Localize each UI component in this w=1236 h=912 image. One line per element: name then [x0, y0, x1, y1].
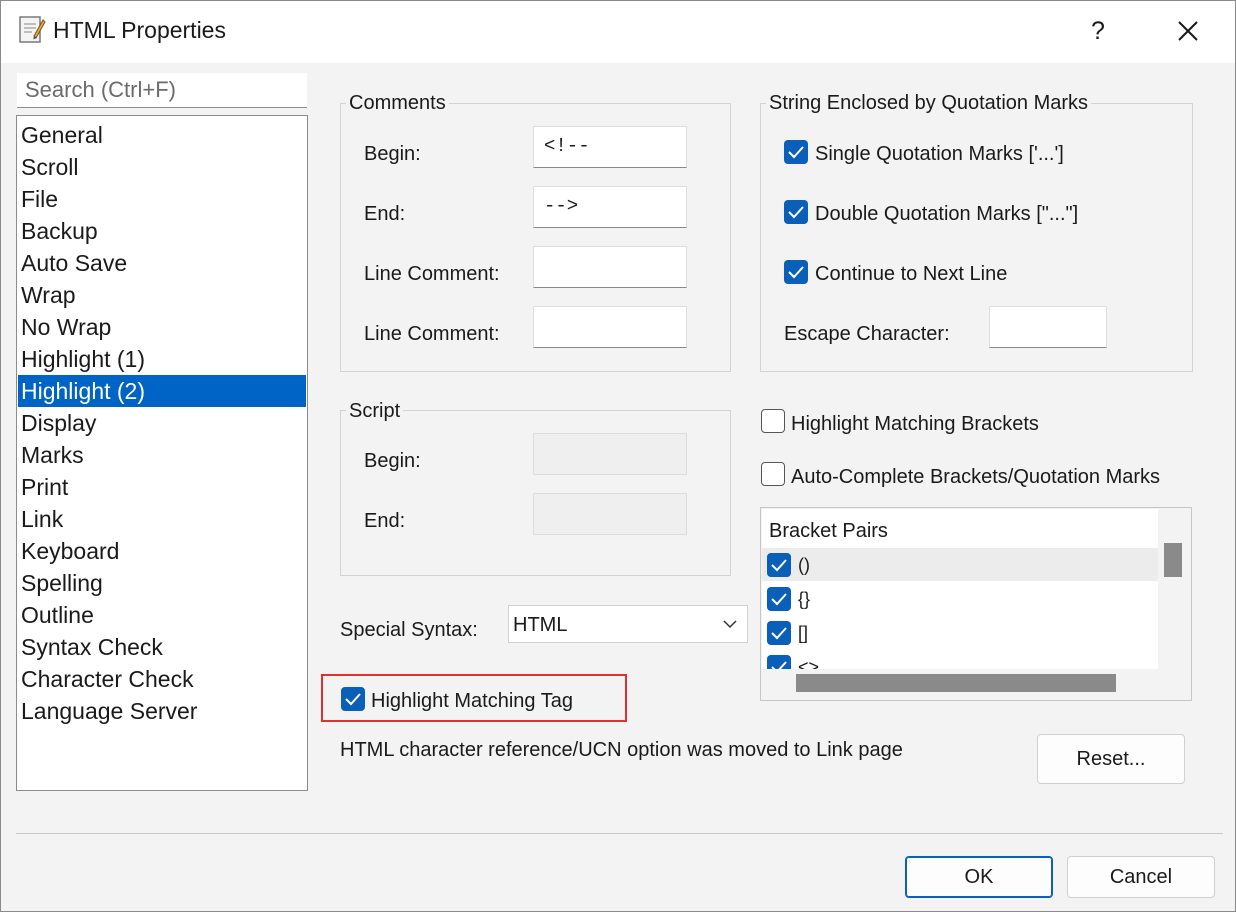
bracket-row[interactable]: []: [762, 616, 1158, 649]
bracket-pairs-list[interactable]: Bracket Pairs () {} [] <>: [760, 507, 1192, 701]
script-begin-input[interactable]: [533, 433, 687, 475]
bracket-row[interactable]: <>: [762, 650, 1158, 669]
bracket-pairs-header: Bracket Pairs: [769, 520, 888, 542]
auto-complete-checkbox[interactable]: [761, 462, 785, 486]
script-begin-label: Begin:: [364, 450, 421, 472]
nav-item[interactable]: Print: [18, 471, 306, 503]
nav-item[interactable]: No Wrap: [18, 311, 306, 343]
auto-complete-label: Auto-Complete Brackets/Quotation Marks: [791, 466, 1161, 488]
bracket-row[interactable]: {}: [762, 582, 1158, 615]
comments-begin-label: Begin:: [364, 143, 421, 165]
checkmark-icon: [788, 206, 804, 219]
vertical-scrollbar-thumb[interactable]: [1164, 543, 1182, 577]
title-bar: HTML Properties ?: [1, 1, 1235, 63]
continue-next-line-checkbox[interactable]: [784, 260, 808, 284]
checkmark-icon: [788, 266, 804, 279]
nav-item[interactable]: Outline: [18, 599, 306, 631]
bracket-checkbox[interactable]: [767, 655, 791, 669]
highlight-matching-tag-label: Highlight Matching Tag: [371, 690, 573, 712]
bracket-row[interactable]: (): [762, 548, 1158, 581]
double-quotation-label: Double Quotation Marks ["..."]: [815, 203, 1079, 225]
single-quotation-label: Single Quotation Marks ['...']: [815, 143, 1064, 165]
bracket-checkbox[interactable]: [767, 553, 791, 577]
nav-item[interactable]: Character Check: [18, 663, 306, 695]
highlight-brackets-label: Highlight Matching Brackets: [791, 413, 1039, 435]
nav-item[interactable]: Display: [18, 407, 306, 439]
nav-item[interactable]: Highlight (1): [18, 343, 306, 375]
close-icon: [1178, 21, 1198, 41]
nav-item[interactable]: General: [18, 119, 306, 151]
horizontal-scrollbar-thumb[interactable]: [796, 674, 1116, 692]
nav-item[interactable]: Backup: [18, 215, 306, 247]
window-title: HTML Properties: [53, 17, 226, 43]
bracket-checkbox[interactable]: [767, 587, 791, 611]
script-end-label: End:: [364, 510, 406, 532]
nav-item[interactable]: Wrap: [18, 279, 306, 311]
search-input[interactable]: [17, 73, 307, 108]
checkmark-icon: [788, 146, 804, 159]
continue-next-line-label: Continue to Next Line: [815, 263, 1008, 285]
nav-item[interactable]: Keyboard: [18, 535, 306, 567]
script-group-title: Script: [346, 400, 404, 423]
nav-item[interactable]: Marks: [18, 439, 306, 471]
chevron-down-icon: [723, 620, 737, 629]
footer-divider: [16, 833, 1223, 834]
special-syntax-value: HTML: [513, 614, 568, 636]
bracket-label: (): [798, 555, 810, 575]
nav-item[interactable]: Spelling: [18, 567, 306, 599]
comments-group-title: Comments: [346, 92, 449, 115]
highlight-matching-tag-checkbox[interactable]: [341, 687, 365, 711]
nav-item[interactable]: Link: [18, 503, 306, 535]
nav-item[interactable]: Auto Save: [18, 247, 306, 279]
special-syntax-select[interactable]: HTML: [508, 605, 748, 643]
notepad-icon: [18, 14, 46, 44]
nav-item[interactable]: Scroll: [18, 151, 306, 183]
properties-dialog: HTML Properties ? GeneralScrollFileBacku…: [0, 0, 1236, 912]
line-comment-label-2: Line Comment:: [364, 323, 500, 345]
nav-item[interactable]: File: [18, 183, 306, 215]
bracket-label: <>: [798, 657, 820, 669]
close-button[interactable]: [1167, 11, 1209, 51]
comments-begin-input[interactable]: <!--: [533, 126, 687, 168]
line-comment-input-1[interactable]: [533, 246, 687, 288]
highlight-brackets-checkbox[interactable]: [761, 409, 785, 433]
nav-item[interactable]: Syntax Check: [18, 631, 306, 663]
reset-button[interactable]: Reset...: [1037, 734, 1185, 784]
checkmark-icon: [771, 627, 787, 640]
moved-option-note: HTML character reference/UCN option was …: [340, 739, 903, 761]
string-enclosed-group-title: String Enclosed by Quotation Marks: [766, 92, 1092, 115]
category-list[interactable]: General Scroll File Backup Auto Save Wrap No W…: [16, 115, 308, 791]
ok-button[interactable]: OK: [905, 856, 1053, 898]
script-end-input[interactable]: [533, 493, 687, 535]
bracket-label: {}: [798, 589, 811, 609]
checkmark-icon: [771, 559, 787, 572]
nav-item[interactable]: Highlight (2): [18, 375, 306, 407]
bracket-checkbox[interactable]: [767, 621, 791, 645]
single-quotation-checkbox[interactable]: [784, 140, 808, 164]
checkmark-icon: [345, 693, 361, 706]
checkmark-icon: [771, 661, 787, 669]
cancel-button[interactable]: Cancel: [1067, 856, 1215, 898]
escape-character-label: Escape Character:: [784, 323, 950, 345]
comments-end-input[interactable]: -->: [533, 186, 687, 228]
line-comment-input-2[interactable]: [533, 306, 687, 348]
line-comment-label-1: Line Comment:: [364, 263, 500, 285]
help-button[interactable]: ?: [1077, 11, 1119, 51]
special-syntax-label: Special Syntax:: [340, 619, 478, 641]
bracket-pairs-viewport: Bracket Pairs () {} [] <>: [762, 509, 1158, 669]
double-quotation-checkbox[interactable]: [784, 200, 808, 224]
checkmark-icon: [771, 593, 787, 606]
nav-item[interactable]: Language Server: [18, 695, 306, 727]
bracket-label: []: [798, 623, 809, 643]
comments-end-label: End:: [364, 203, 406, 225]
escape-character-input[interactable]: [989, 306, 1107, 348]
